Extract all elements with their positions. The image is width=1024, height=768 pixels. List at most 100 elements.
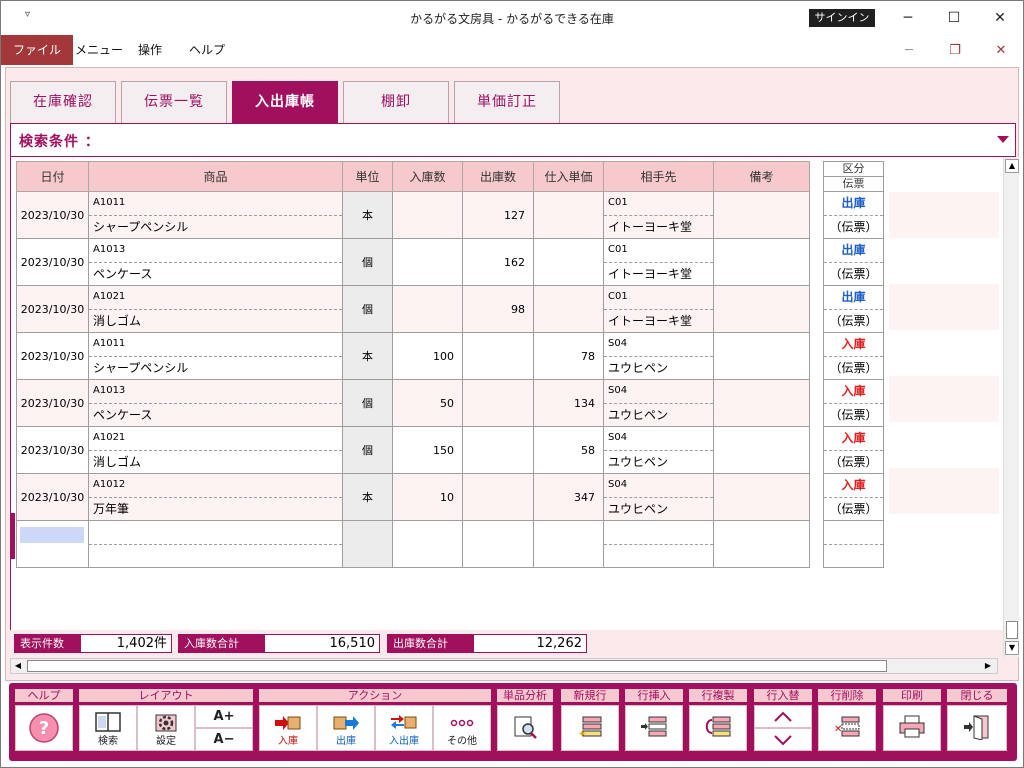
cell-in-qty[interactable]: [392, 285, 463, 333]
tab-inventory[interactable]: 棚卸: [343, 81, 449, 123]
cell-product[interactable]: A1013 ペンケース: [88, 379, 343, 427]
cell-in-qty[interactable]: 100: [392, 332, 463, 380]
cell-out-qty[interactable]: [462, 379, 534, 427]
col-partner[interactable]: 相手先: [603, 161, 714, 192]
cell-kbn[interactable]: 入庫 （伝票）: [823, 473, 884, 521]
cell-kbn[interactable]: 入庫 （伝票）: [823, 379, 884, 427]
out-button[interactable]: 出庫: [317, 705, 375, 751]
cell-partner[interactable]: C01 イトーヨーキ堂: [603, 191, 714, 239]
cell-date[interactable]: 2023/10/30: [16, 426, 89, 474]
cell-unit[interactable]: 個: [342, 379, 393, 427]
cell-unit[interactable]: 本: [342, 191, 393, 239]
slip-link[interactable]: （伝票）: [824, 216, 883, 239]
cell-partner[interactable]: S04 ユウヒペン: [603, 332, 714, 380]
cell-cost[interactable]: [533, 238, 604, 286]
table-row[interactable]: 2023/10/30 A1011 シャープペンシル 本 100 78 S04 ユウヒペン: [16, 332, 810, 380]
cell-out-qty[interactable]: 162: [462, 238, 534, 286]
inout-button[interactable]: 入出庫: [375, 705, 433, 751]
tab-inout-ledger[interactable]: 入出庫帳: [232, 81, 338, 123]
cell-product[interactable]: A1021 消しゴム: [88, 285, 343, 333]
cell-cost[interactable]: 78: [533, 332, 604, 380]
swap-row-down-button[interactable]: [754, 728, 812, 751]
cell-date[interactable]: 2023/10/30: [16, 473, 89, 521]
new-cell-note[interactable]: [713, 520, 810, 568]
kbn-label[interactable]: 入庫: [824, 474, 883, 498]
cell-kbn[interactable]: 出庫 （伝票）: [823, 238, 884, 286]
insert-row-button[interactable]: [625, 705, 683, 751]
scroll-down-icon[interactable]: ▼: [1005, 641, 1019, 655]
mdi-restore-icon[interactable]: ❐: [940, 42, 970, 60]
cell-cost[interactable]: 347: [533, 473, 604, 521]
new-cell-partner[interactable]: [603, 520, 714, 568]
cell-product[interactable]: A1011 シャープペンシル: [88, 191, 343, 239]
cell-product[interactable]: A1021 消しゴム: [88, 426, 343, 474]
kbn-label[interactable]: 出庫: [824, 239, 883, 263]
expand-arrow-icon[interactable]: [997, 136, 1009, 143]
cell-note[interactable]: [713, 332, 810, 380]
col-cost[interactable]: 仕入単価: [533, 161, 604, 192]
col-product[interactable]: 商品: [88, 161, 343, 192]
cell-partner[interactable]: S04 ユウヒペン: [603, 379, 714, 427]
scroll-right-icon[interactable]: ▶: [981, 659, 995, 673]
cell-partner[interactable]: C01 イトーヨーキ堂: [603, 238, 714, 286]
cell-note[interactable]: [713, 473, 810, 521]
col-out-qty[interactable]: 出庫数: [462, 161, 534, 192]
cell-out-qty[interactable]: [462, 332, 534, 380]
menu-operation[interactable]: 操作: [126, 35, 174, 65]
menu-menu[interactable]: メニュー: [63, 35, 135, 65]
tab-stock-check[interactable]: 在庫確認: [10, 81, 116, 123]
slip-link[interactable]: （伝票）: [824, 357, 883, 380]
cell-kbn[interactable]: 入庫 （伝票）: [823, 426, 884, 474]
other-button[interactable]: その他: [433, 705, 491, 751]
table-row[interactable]: 2023/10/30 A1012 万年筆 本 10 347 S04 ユウヒペン: [16, 473, 810, 521]
slip-link[interactable]: （伝票）: [824, 451, 883, 474]
font-up-button[interactable]: A+: [195, 705, 253, 728]
minimize-button[interactable]: ─: [885, 5, 931, 31]
cell-partner[interactable]: C01 イトーヨーキ堂: [603, 285, 714, 333]
horizontal-scrollbar[interactable]: ◀ ▶: [10, 658, 998, 674]
mdi-minimize-icon[interactable]: ─: [894, 42, 924, 60]
table-row[interactable]: 2023/10/30 A1013 ペンケース 個 162 C01 イトーヨーキ堂: [16, 238, 810, 286]
new-cell-product[interactable]: [88, 520, 343, 568]
slip-link[interactable]: （伝票）: [824, 263, 883, 286]
cell-unit[interactable]: 個: [342, 426, 393, 474]
cell-product[interactable]: A1013 ペンケース: [88, 238, 343, 286]
cell-note[interactable]: [713, 191, 810, 239]
help-button[interactable]: ?: [15, 705, 73, 751]
print-button[interactable]: [883, 705, 941, 751]
cell-date[interactable]: 2023/10/30: [16, 191, 89, 239]
vertical-scrollbar[interactable]: ▲ ▼: [1003, 157, 1019, 657]
cell-note[interactable]: [713, 426, 810, 474]
cell-cost[interactable]: [533, 191, 604, 239]
settings-button[interactable]: 設定: [137, 705, 195, 751]
kbn-label[interactable]: 出庫: [824, 286, 883, 310]
cell-in-qty[interactable]: 150: [392, 426, 463, 474]
cell-date[interactable]: 2023/10/30: [16, 332, 89, 380]
new-row-button[interactable]: ✦: [561, 705, 619, 751]
cell-out-qty[interactable]: 127: [462, 191, 534, 239]
horizontal-scroll-thumb[interactable]: [27, 660, 887, 672]
cell-in-qty[interactable]: 10: [392, 473, 463, 521]
cell-date[interactable]: 2023/10/30: [16, 238, 89, 286]
col-unit[interactable]: 単位: [342, 161, 393, 192]
close-window-button[interactable]: ✕: [977, 5, 1023, 31]
copy-row-button[interactable]: [689, 705, 747, 751]
cell-cost[interactable]: [533, 285, 604, 333]
new-row-date-input[interactable]: [20, 527, 84, 543]
new-cell-cost[interactable]: [533, 520, 604, 568]
cell-unit[interactable]: 個: [342, 285, 393, 333]
search-button[interactable]: 検索: [79, 705, 137, 751]
delete-row-button[interactable]: ✕: [818, 705, 876, 751]
cell-cost[interactable]: 134: [533, 379, 604, 427]
new-cell-kbn[interactable]: [823, 520, 884, 568]
slip-link[interactable]: （伝票）: [824, 498, 883, 521]
mdi-close-icon[interactable]: ✕: [986, 42, 1016, 60]
cell-out-qty[interactable]: [462, 426, 534, 474]
cell-kbn[interactable]: 入庫 （伝票）: [823, 332, 884, 380]
tab-price-correction[interactable]: 単価訂正: [454, 81, 560, 123]
kbn-label[interactable]: 入庫: [824, 380, 883, 404]
cell-date[interactable]: 2023/10/30: [16, 285, 89, 333]
table-row[interactable]: 2023/10/30 A1011 シャープペンシル 本 127 C01 イトーヨーキ堂: [16, 191, 810, 239]
cell-product[interactable]: A1011 シャープペンシル: [88, 332, 343, 380]
in-button[interactable]: 入庫: [259, 705, 317, 751]
